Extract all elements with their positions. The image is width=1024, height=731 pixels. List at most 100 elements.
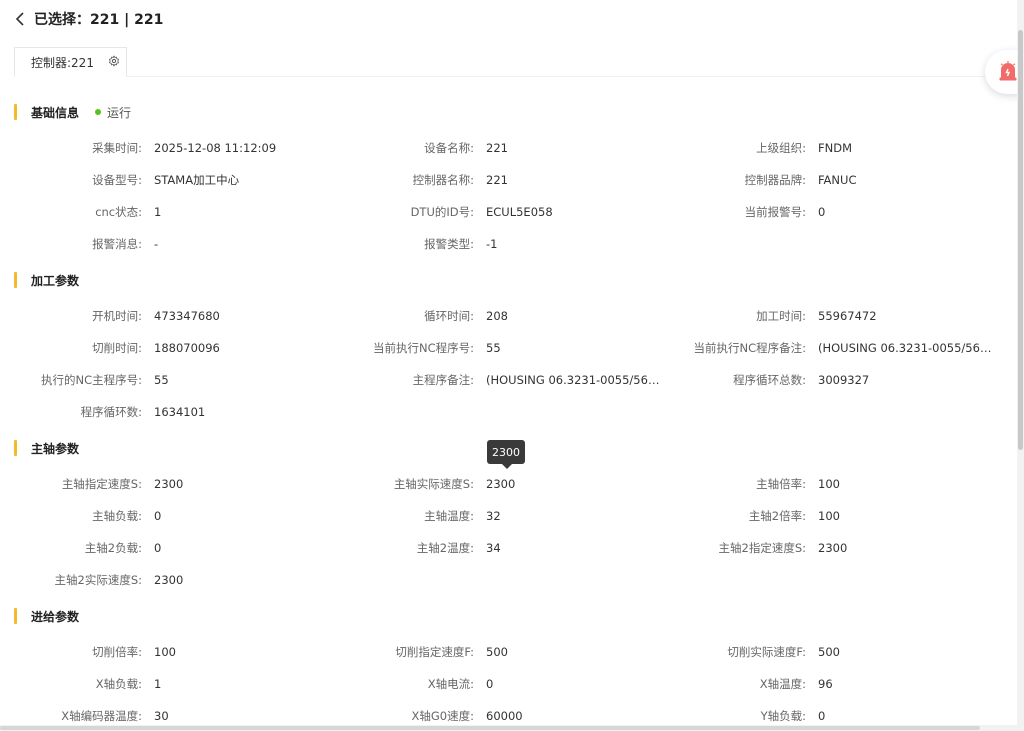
- horizontal-scroll-thumb[interactable]: [0, 726, 980, 730]
- field-label: 当前执行NC程序备注:: [693, 341, 806, 355]
- field-value: 55967472: [818, 309, 877, 323]
- field-y-load: Y轴负载: 0: [664, 707, 826, 725]
- field-value: 2300: [154, 477, 184, 491]
- field-alarm-type: 报警类型: -1: [332, 235, 497, 253]
- section-title: 主轴参数: [31, 441, 80, 456]
- field-x-current: X轴电流: 0: [332, 675, 494, 693]
- field-alarm-message: 报警消息: -: [0, 235, 158, 253]
- field-label: 主轴实际速度S:: [393, 477, 474, 491]
- field-label: X轴负载:: [95, 677, 142, 691]
- field-label: X轴编码器温度:: [61, 709, 142, 723]
- field-value: 96: [818, 677, 833, 691]
- vertical-scroll-thumb[interactable]: [1018, 30, 1023, 450]
- field-value: 30: [154, 709, 169, 723]
- field-spindle-cmd-speed: 主轴指定速度S: 2300: [0, 475, 183, 493]
- field-label: X轴温度:: [759, 677, 806, 691]
- section-accent-bar: [14, 104, 17, 120]
- field-device-model: 设备型号: STAMA加工中心: [0, 171, 239, 189]
- field-value: 0: [486, 677, 494, 691]
- field-value: -1: [486, 237, 498, 251]
- field-alarm-no: 当前报警号: 0: [664, 203, 826, 221]
- field-value: 0: [154, 541, 162, 555]
- alarm-bell-icon: [997, 60, 1019, 85]
- field-main-note: 主程序备注: (HOUSING 06.3231-0055/56.1 A…: [332, 371, 662, 389]
- chevron-left-icon[interactable]: [14, 11, 26, 27]
- field-value: 1: [154, 677, 162, 691]
- field-label: 切削时间:: [92, 341, 142, 355]
- field-current-nc-note: 当前执行NC程序备注: (HOUSING 06.3231-0055/56.1 A…: [664, 339, 994, 357]
- field-value[interactable]: 2300: [486, 477, 515, 491]
- field-label: 主轴2实际速度S:: [54, 573, 143, 587]
- field-label: X轴G0速度:: [411, 709, 474, 723]
- field-spindle-load: 主轴负载: 0: [0, 507, 161, 525]
- field-cycles: 程序循环数: 1634101: [0, 403, 206, 421]
- field-label: 主轴温度:: [424, 509, 474, 523]
- field-x-encoder-temp: X轴编码器温度: 30: [0, 707, 169, 725]
- section-accent-bar: [14, 272, 17, 288]
- field-value: 0: [818, 709, 826, 723]
- field-label: 报警类型:: [424, 237, 474, 251]
- field-value: 2025-12-08 11:12:09: [154, 141, 277, 155]
- field-label: 主轴负载:: [92, 509, 142, 523]
- status-dot-icon: [95, 109, 102, 115]
- field-label: 切削实际速度F:: [727, 645, 806, 659]
- field-value: 100: [154, 645, 176, 659]
- section-feed-params: 进给参数: [14, 607, 79, 625]
- field-label: 设备型号:: [92, 173, 142, 187]
- section-processing-params: 加工参数: [14, 271, 79, 289]
- field-value: 0: [154, 509, 162, 523]
- field-label: 程序循环数:: [80, 405, 142, 419]
- field-value: 100: [818, 509, 840, 523]
- field-label: 加工时间:: [756, 309, 806, 323]
- field-value: (HOUSING 06.3231-0055/56.1 A…: [818, 341, 994, 355]
- tooltip-arrow: [502, 464, 512, 469]
- field-label: X轴电流:: [427, 677, 474, 691]
- section-title: 加工参数: [31, 273, 80, 288]
- status-badge: 运行: [95, 104, 131, 121]
- field-x-load: X轴负载: 1: [0, 675, 162, 693]
- field-main-nc-no: 执行的NC主程序号: 55: [0, 371, 169, 389]
- section-title: 进给参数: [31, 609, 80, 624]
- field-feed-cmd-speed: 切削指定速度F: 500: [332, 643, 508, 661]
- field-cnc-status: cnc状态: 1: [0, 203, 161, 221]
- field-cutting-time: 切削时间: 188070096: [0, 339, 220, 357]
- field-label: 主轴指定速度S:: [61, 477, 142, 491]
- field-value: 221: [486, 141, 508, 155]
- field-spindle2-load: 主轴2负载: 0: [0, 539, 162, 557]
- tab-controller[interactable]: 控制器:221: [14, 47, 127, 77]
- field-value: ECUL5E058: [486, 205, 553, 219]
- field-label: 采集时间:: [92, 141, 142, 155]
- section-accent-bar: [14, 440, 17, 456]
- field-value: 0: [818, 205, 826, 219]
- field-spindle2-cmd-speed: 主轴2指定速度S: 2300: [664, 539, 848, 557]
- field-value: 100: [818, 477, 840, 491]
- value-tooltip: 2300: [487, 440, 525, 469]
- field-label: 主轴2温度:: [416, 541, 474, 555]
- section-title: 基础信息: [31, 105, 80, 120]
- field-spindle2-override: 主轴2倍率: 100: [664, 507, 840, 525]
- field-spindle2-temp: 主轴2温度: 34: [332, 539, 501, 557]
- tab-controller-label: 控制器:221: [31, 55, 94, 70]
- field-label: 控制器品牌:: [744, 173, 806, 187]
- field-device-name: 设备名称: 221: [332, 139, 508, 157]
- field-x-g0-speed: X轴G0速度: 60000: [332, 707, 523, 725]
- field-label: 主轴2指定速度S:: [718, 541, 807, 555]
- field-value: 500: [818, 645, 840, 659]
- tooltip-text: 2300: [492, 445, 520, 459]
- field-feed-override: 切削倍率: 100: [0, 643, 176, 661]
- field-value: 60000: [486, 709, 523, 723]
- gear-icon[interactable]: [108, 55, 120, 70]
- field-value: -: [154, 237, 159, 251]
- field-spindle2-act-speed: 主轴2实际速度S: 2300: [0, 571, 184, 589]
- page-header: 已选择：221 | 221: [14, 9, 163, 29]
- field-label: 控制器名称:: [412, 173, 474, 187]
- field-x-temp: X轴温度: 96: [664, 675, 833, 693]
- field-machining-time: 加工时间: 55967472: [664, 307, 877, 325]
- field-label: 主程序备注:: [412, 373, 474, 387]
- field-current-nc-no: 当前执行NC程序号: 55: [332, 339, 501, 357]
- tab-divider: [126, 76, 1016, 77]
- section-basic-info: 基础信息 运行: [14, 103, 131, 121]
- field-value: 32: [486, 509, 501, 523]
- field-value: 3009327: [818, 373, 870, 387]
- field-label: cnc状态:: [95, 205, 142, 219]
